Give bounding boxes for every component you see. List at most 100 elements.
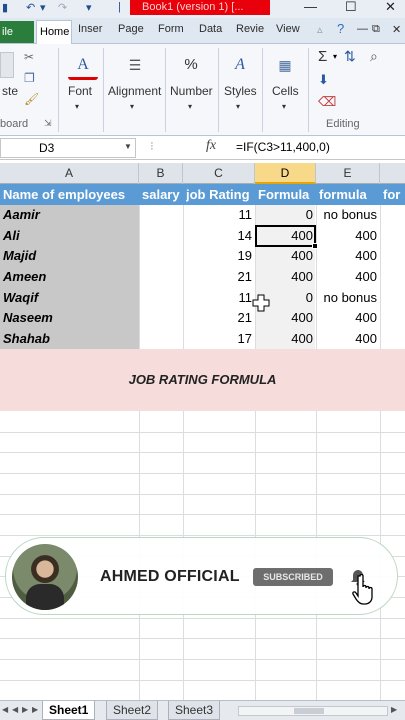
table-cell-bonus[interactable]: 400 [316,226,380,246]
first-sheet-icon[interactable]: ◀ [2,705,8,714]
font-group-button[interactable]: Font [68,84,92,98]
column-header-e[interactable]: E [316,163,380,184]
sort-filter-icon[interactable]: ⇅ [344,48,356,65]
formula-input[interactable]: =IF(C3>11,400,0) [236,140,330,154]
paste-label[interactable]: ste [2,84,18,98]
dropdown-icon[interactable]: ▾ [40,1,46,14]
table-cell-formula[interactable]: 400 [255,267,316,287]
table-cell-bonus[interactable]: no bonus [316,205,380,225]
ribbon-minimize-icon[interactable]: — [357,23,368,35]
worksheet-grid[interactable]: Name of employees salary job Rating Form… [0,184,405,700]
styles-icon[interactable]: A [225,50,255,80]
name-box-dropdown-icon[interactable]: ▼ [124,142,132,151]
format-painter-icon[interactable]: 🖌 [24,92,39,106]
header-formula-f[interactable]: for [383,184,405,205]
fill-icon[interactable]: ⬇ [318,72,329,88]
table-cell-rating[interactable]: 21 [183,267,255,287]
tab-view[interactable]: View [276,23,300,35]
find-select-icon[interactable]: ⌕ [370,48,378,65]
clipboard-launcher-icon[interactable]: ⇲ [44,118,52,129]
close-icon[interactable]: ✕ [385,0,396,14]
tab-insert[interactable]: Inser [78,23,102,35]
table-cell-name[interactable]: Majid [0,246,139,266]
header-job-rating[interactable]: job Rating [186,184,256,205]
minimize-icon[interactable]: — [304,0,317,14]
header-formula[interactable]: Formula [258,184,316,205]
number-group-button[interactable]: Number [170,84,213,98]
sheet-tab-sheet3[interactable]: Sheet3 [168,701,221,720]
table-cell-name[interactable]: Waqif [0,288,139,308]
sheet-tab-sheet2[interactable]: Sheet2 [106,701,159,720]
table-cell-name[interactable]: Aamir [0,205,139,225]
table-cell-formula[interactable]: 0 [255,205,316,225]
cut-icon[interactable]: ✂ [24,50,34,64]
prev-sheet-icon[interactable]: ◀ [12,705,18,714]
table-cell-rating[interactable]: 17 [183,329,255,349]
help-icon[interactable]: ? [337,21,344,36]
autosum-dropdown-icon[interactable]: ▾ [333,52,337,61]
undo-icon[interactable]: ↶ [26,1,35,14]
table-cell-bonus[interactable]: 400 [316,246,380,266]
column-header-b[interactable]: B [139,163,183,184]
subscribed-button[interactable]: SUBSCRIBED [253,568,333,586]
next-sheet-icon[interactable]: ▶ [22,705,28,714]
alignment-icon[interactable]: ☰ [120,50,150,80]
tab-data[interactable]: Data [199,23,222,35]
table-cell-rating[interactable]: 11 [183,288,255,308]
font-icon[interactable]: A [68,50,98,80]
minimize-ribbon-icon[interactable]: ▵ [317,23,323,36]
cells-dropdown-icon[interactable]: ▾ [282,102,286,111]
redo-icon[interactable]: ↷ [58,1,67,14]
formula-bar-handle-icon[interactable]: ⁝ [150,139,154,153]
header-formula-e[interactable]: formula [319,184,379,205]
tab-file[interactable]: ile [0,21,34,43]
tab-page-layout[interactable]: Page [118,23,144,35]
column-header-f[interactable] [380,163,405,184]
styles-dropdown-icon[interactable]: ▾ [236,102,240,111]
copy-icon[interactable]: ❐ [24,71,35,85]
fill-handle[interactable] [312,243,318,249]
styles-group-button[interactable]: Styles [224,84,257,98]
number-dropdown-icon[interactable]: ▾ [188,102,192,111]
column-header-a[interactable]: A [0,163,139,184]
save-icon[interactable]: ▮ [2,1,8,14]
cells-icon[interactable]: ▦ [270,50,300,80]
table-cell-bonus[interactable]: 400 [316,308,380,328]
table-cell-bonus[interactable]: 400 [316,267,380,287]
tab-formulas[interactable]: Form [158,23,184,35]
table-cell-rating[interactable]: 14 [183,226,255,246]
table-cell-formula[interactable]: 400 [255,246,316,266]
name-box[interactable]: D3 [0,138,136,158]
sheet-tab-sheet1[interactable]: Sheet1 [42,701,96,720]
clear-icon[interactable]: ⌫ [318,94,336,110]
header-salary[interactable]: salary [142,184,184,205]
table-cell-name[interactable]: Naseem [0,308,139,328]
insert-function-icon[interactable]: fx [206,138,216,154]
horizontal-scrollbar[interactable] [238,706,388,716]
table-cell-name[interactable]: Ameen [0,267,139,287]
customize-qat-icon[interactable]: ▾ [86,1,92,14]
autosum-icon[interactable]: Σ [318,48,327,65]
maximize-icon[interactable]: ☐ [345,0,357,14]
column-header-d[interactable]: D [255,163,316,184]
scrollbar-thumb[interactable] [294,708,324,714]
ribbon-close-icon[interactable]: ✕ [392,23,401,36]
table-cell-name[interactable]: Shahab [0,329,139,349]
table-cell-bonus[interactable]: 400 [316,329,380,349]
tab-home[interactable]: Home [36,20,72,44]
table-cell-rating[interactable]: 19 [183,246,255,266]
active-cell-d3[interactable] [255,225,316,247]
font-dropdown-icon[interactable]: ▾ [75,102,79,111]
table-cell-bonus[interactable]: no bonus [316,288,380,308]
table-cell-rating[interactable]: 21 [183,308,255,328]
column-header-c[interactable]: C [183,163,255,184]
table-cell-name[interactable]: Ali [0,226,139,246]
number-format-icon[interactable]: % [176,50,206,80]
ribbon-restore-icon[interactable]: ⧉ [372,23,380,36]
alignment-dropdown-icon[interactable]: ▾ [130,102,134,111]
last-sheet-icon[interactable]: ▶ [32,705,38,714]
tab-review[interactable]: Revie [236,23,264,35]
cells-group-button[interactable]: Cells [272,84,299,98]
paste-icon[interactable] [0,52,14,78]
scroll-right-icon[interactable]: ▶ [391,705,397,714]
